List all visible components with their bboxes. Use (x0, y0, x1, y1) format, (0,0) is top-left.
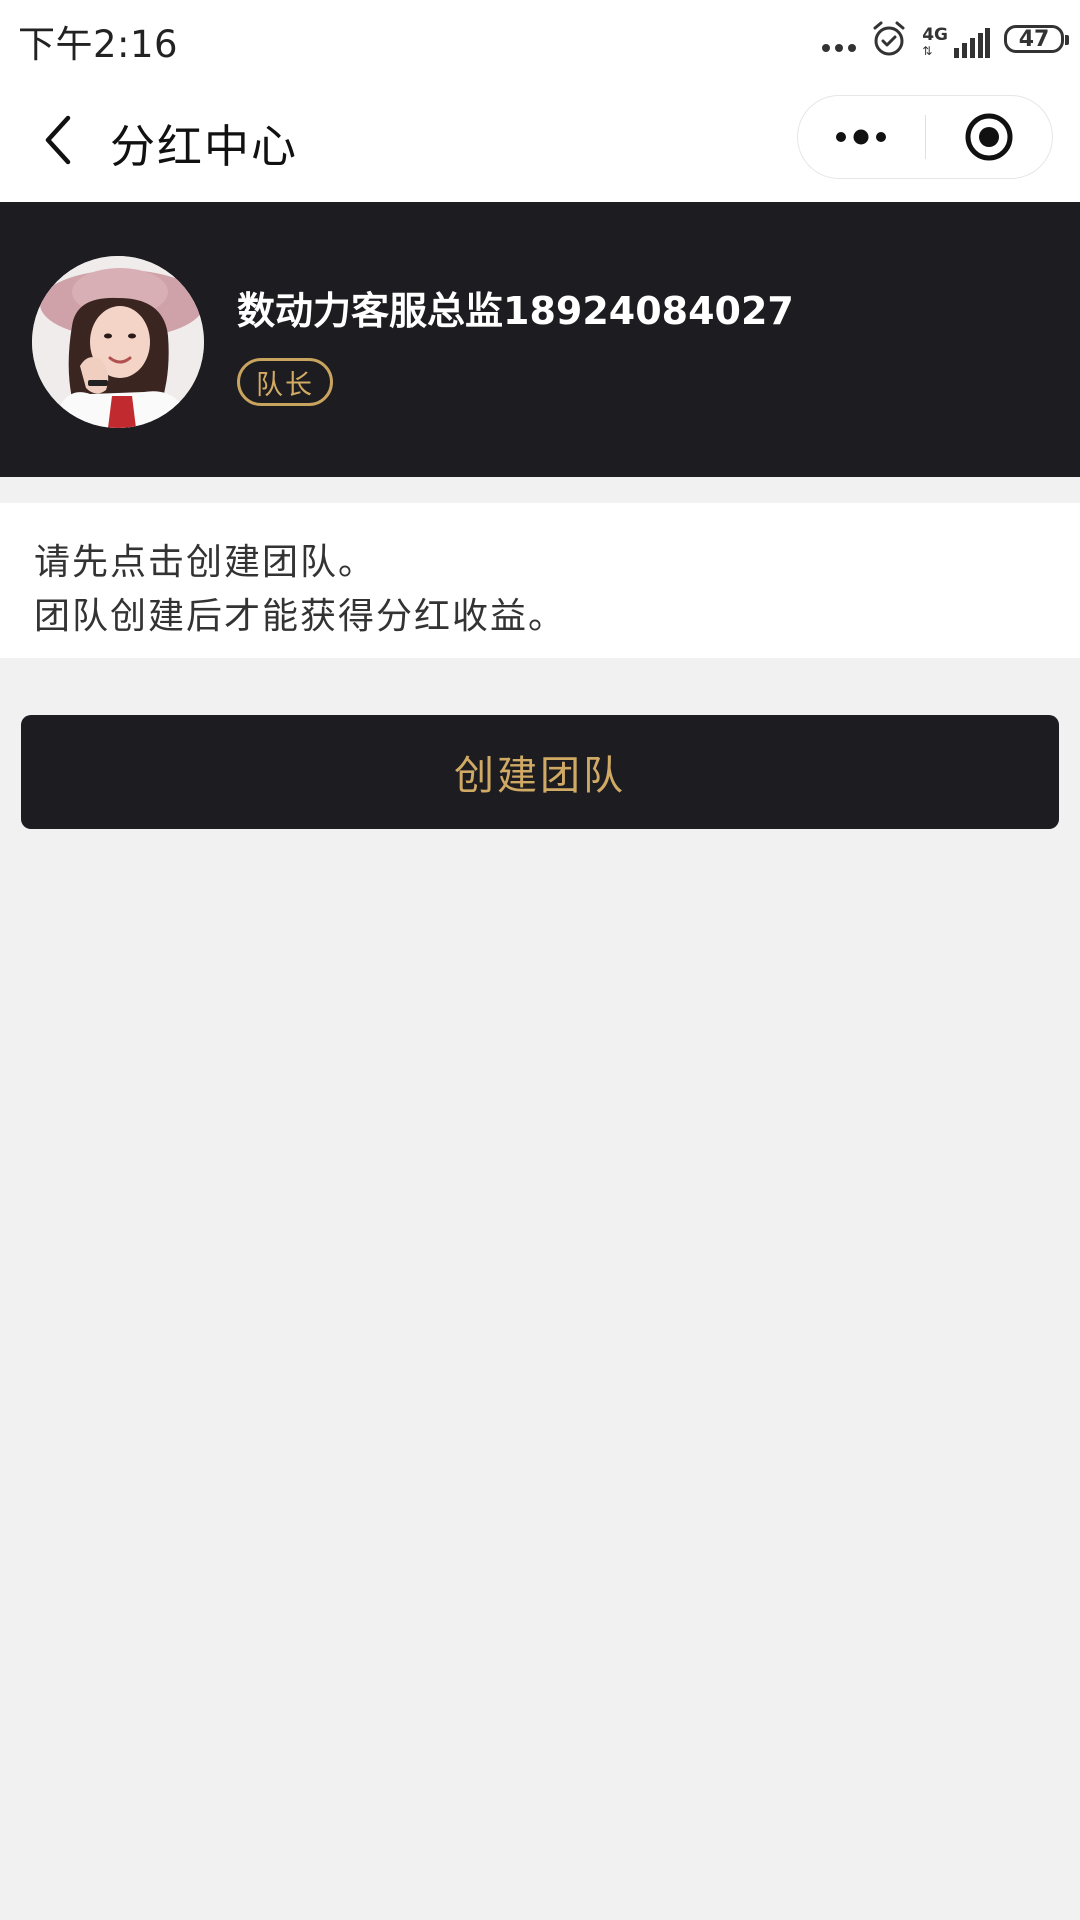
avatar-image (32, 256, 204, 428)
network-type-label: 4G (922, 25, 948, 45)
status-time: 下午2:16 (18, 23, 179, 66)
back-button[interactable] (30, 108, 86, 172)
create-team-button[interactable]: 创建团队 (21, 715, 1059, 829)
profile-header: 数动力客服总监18924084027 队长 (0, 202, 1080, 477)
back-chevron-icon (45, 115, 71, 165)
notice-card: 请先点击创建团队。 团队创建后才能获得分红收益。 (0, 503, 1080, 658)
notice-line-1: 请先点击创建团队。 (34, 542, 377, 583)
target-close-icon (965, 113, 1013, 161)
battery-icon: 47 (1004, 25, 1069, 53)
avatar (32, 256, 204, 428)
role-badge: 队长 (237, 358, 333, 406)
page-root: 下午2:16 4G ⇅ 47 分红中心 数动力客服总监18924084027 队… (0, 0, 1080, 1920)
close-mini-program-button[interactable] (926, 95, 1053, 179)
signal-bars-icon (954, 28, 990, 58)
notification-dots-icon (822, 44, 857, 52)
notice-line-2: 团队创建后才能获得分红收益。 (34, 596, 567, 637)
page-title: 分红中心 (110, 120, 299, 173)
status-icons: 4G ⇅ 47 (822, 14, 1069, 64)
more-menu-button[interactable] (798, 95, 925, 179)
navigation-bar: 分红中心 (0, 78, 1080, 202)
user-name: 数动力客服总监18924084027 (237, 289, 794, 333)
battery-level: 47 (1018, 26, 1050, 52)
more-dots-icon (836, 129, 887, 145)
mini-program-capsule (797, 95, 1053, 179)
network-indicator: 4G ⇅ (922, 20, 990, 58)
data-arrows-icon: ⇅ (922, 44, 933, 58)
status-bar: 下午2:16 4G ⇅ 47 (0, 0, 1080, 78)
alarm-clock-icon (873, 21, 905, 56)
